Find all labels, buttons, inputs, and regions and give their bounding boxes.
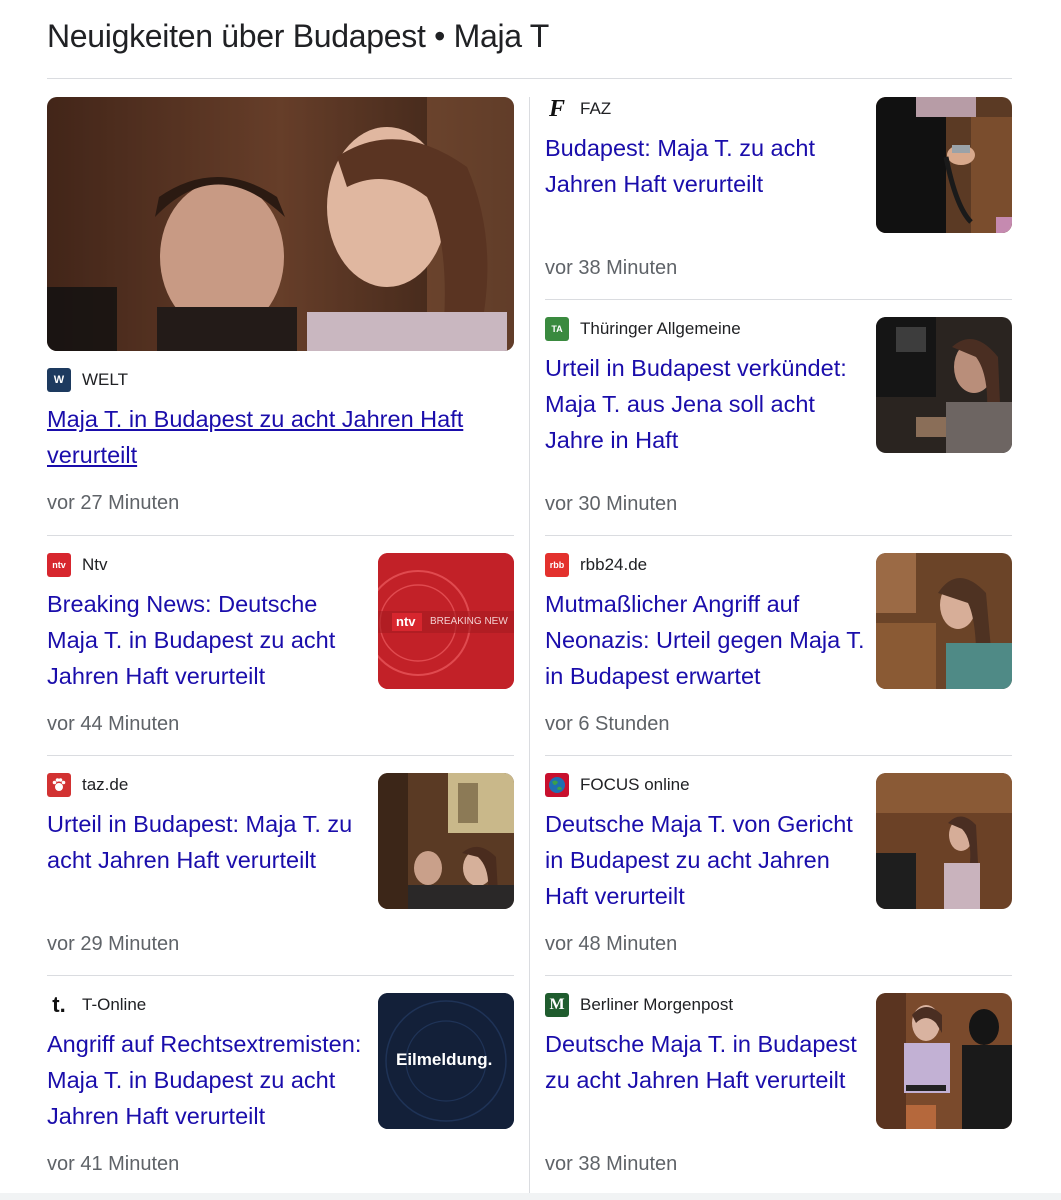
divider [545, 535, 1012, 536]
article-time: vor 38 Minuten [545, 257, 678, 279]
source-name: FAZ [580, 99, 612, 118]
divider [545, 975, 1012, 976]
article-card-ntv: ntv Ntv Breaking News: Deutsche Maja T. … [47, 553, 514, 743]
divider [545, 299, 1012, 300]
article-thumbnail[interactable] [876, 553, 1012, 689]
article-time: vor 41 Minuten [47, 1153, 180, 1175]
source-name: Ntv [82, 555, 108, 574]
article-time: vor 44 Minuten [47, 713, 180, 735]
heading-divider [47, 78, 1012, 79]
divider [545, 755, 1012, 756]
article-time: vor 48 Minuten [545, 933, 678, 955]
article-time: vor 30 Minuten [545, 493, 678, 515]
article-source[interactable]: t. T-Online [47, 992, 367, 1017]
ta-logo-icon: TA [545, 317, 569, 341]
article-card-berliner-morgenpost: M Berliner Morgenpost Deutsche Maja T. i… [545, 993, 1012, 1183]
article-source[interactable]: M Berliner Morgenpost [545, 993, 865, 1017]
divider [47, 975, 514, 976]
divider [47, 535, 514, 536]
article-headline[interactable]: Budapest: Maja T. zu acht Jahren Haft ve… [545, 130, 865, 202]
article-source[interactable]: rbb rbb24.de [545, 553, 865, 577]
article-card-t-online: t. T-Online Angriff auf Rechtsextremiste… [47, 992, 514, 1183]
article-headline[interactable]: Urteil in Budapest: Maja T. zu acht Jahr… [47, 806, 367, 878]
source-name: Thüringer Allgemeine [580, 319, 741, 338]
divider [47, 755, 514, 756]
article-source[interactable]: taz.de [47, 773, 367, 797]
article-time: vor 6 Stunden [545, 713, 670, 735]
section-heading: Neuigkeiten über Budapest • Maja T [47, 18, 550, 54]
source-name: Berliner Morgenpost [580, 995, 734, 1014]
article-headline[interactable]: Angriff auf Rechtsextremisten: Maja T. i… [47, 1026, 367, 1134]
article-source[interactable]: FOCUS online [545, 773, 865, 797]
faz-logo-icon: F [545, 96, 569, 122]
article-time: vor 29 Minuten [47, 933, 180, 955]
welt-logo-icon: W [47, 368, 71, 392]
article-card-focus-online: FOCUS online Deutsche Maja T. von Gerich… [545, 773, 1012, 963]
article-thumbnail[interactable]: ntv BREAKING NEW [378, 553, 514, 689]
rbb-logo-icon: rbb [545, 553, 569, 577]
source-name: rbb24.de [580, 555, 648, 574]
article-time: vor 38 Minuten [545, 1153, 678, 1175]
article-time: vor 27 Minuten [47, 492, 180, 514]
breaking-news-text: BREAKING NEW [430, 616, 508, 627]
article-headline[interactable]: Mutmaßlicher Angriff auf Neonazis: Urtei… [545, 586, 865, 694]
column-divider [529, 97, 530, 1195]
ntv-brand-text: ntv [396, 614, 416, 629]
article-source[interactable]: F FAZ [545, 96, 865, 122]
ntv-logo-icon: ntv [47, 553, 71, 577]
article-card-faz: F FAZ Budapest: Maja T. zu acht Jahren H… [545, 96, 1012, 287]
article-headline[interactable]: Urteil in Budapest verkündet: Maja T. au… [545, 350, 865, 458]
article-image-welt[interactable] [47, 97, 514, 351]
article-thumbnail[interactable] [876, 97, 1012, 233]
morgenpost-logo-icon: M [545, 993, 569, 1017]
article-card-taz: taz.de Urteil in Budapest: Maja T. zu ac… [47, 773, 514, 963]
article-headline[interactable]: Maja T. in Budapest zu acht Jahren Haft … [47, 401, 514, 473]
article-card-rbb24: rbb rbb24.de Mutmaßlicher Angriff auf Ne… [545, 553, 1012, 743]
article-source[interactable]: TA Thüringer Allgemeine [545, 317, 865, 341]
focus-globe-logo-icon [545, 773, 569, 797]
article-thumbnail[interactable] [876, 773, 1012, 909]
source-name: FOCUS online [580, 775, 690, 794]
article-thumbnail[interactable] [876, 317, 1012, 453]
source-name: taz.de [82, 775, 129, 794]
taz-paw-logo-icon [47, 773, 71, 797]
article-thumbnail[interactable]: Eilmeldung. [378, 993, 514, 1129]
source-name: T-Online [82, 995, 147, 1014]
t-online-logo-icon: t. [47, 992, 71, 1017]
article-card-thueringer-allgemeine: TA Thüringer Allgemeine Urteil in Budape… [545, 317, 1012, 527]
article-headline[interactable]: Breaking News: Deutsche Maja T. in Budap… [47, 586, 367, 694]
article-thumbnail[interactable] [378, 773, 514, 909]
article-source[interactable]: ntv Ntv [47, 553, 367, 577]
article-thumbnail[interactable] [876, 993, 1012, 1129]
eilmeldung-text: Eilmeldung. [396, 1050, 493, 1069]
bottom-edge [0, 1193, 1061, 1200]
source-name: WELT [82, 370, 128, 389]
article-headline[interactable]: Deutsche Maja T. von Gericht in Budapest… [545, 806, 865, 914]
article-source[interactable]: W WELT [47, 368, 128, 392]
article-headline[interactable]: Deutsche Maja T. in Budapest zu acht Jah… [545, 1026, 865, 1098]
